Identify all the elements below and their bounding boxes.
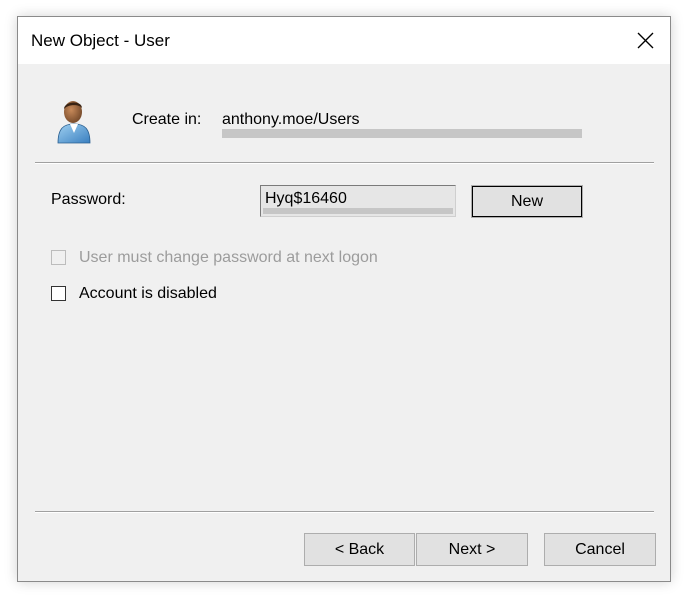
new-password-button[interactable]: New [471,185,583,218]
password-label: Password: [51,191,126,208]
password-field[interactable]: Hyq$16460 [260,185,456,217]
next-button[interactable]: Next > [416,533,528,566]
account-disabled-checkbox[interactable] [51,286,66,301]
account-disabled-label[interactable]: Account is disabled [79,285,217,303]
must-change-password-checkbox [51,250,66,265]
create-in-path: anthony.moe/Users [222,111,360,128]
user-icon [54,97,94,145]
close-button[interactable] [622,17,670,64]
create-in-path-underline [222,129,582,138]
window-title: New Object - User [31,31,170,50]
new-object-user-dialog: New Object - User Create in: anthony.moe… [17,16,671,582]
footer-divider [35,511,654,513]
must-change-password-label: User must change password at next logon [79,249,378,266]
password-value: Hyq$16460 [265,190,347,208]
create-in-label: Create in: [132,111,202,128]
close-icon [637,32,654,49]
cancel-button[interactable]: Cancel [544,533,656,566]
title-bar[interactable]: New Object - User [18,17,670,64]
header-divider [35,162,654,164]
back-button[interactable]: < Back [304,533,415,566]
